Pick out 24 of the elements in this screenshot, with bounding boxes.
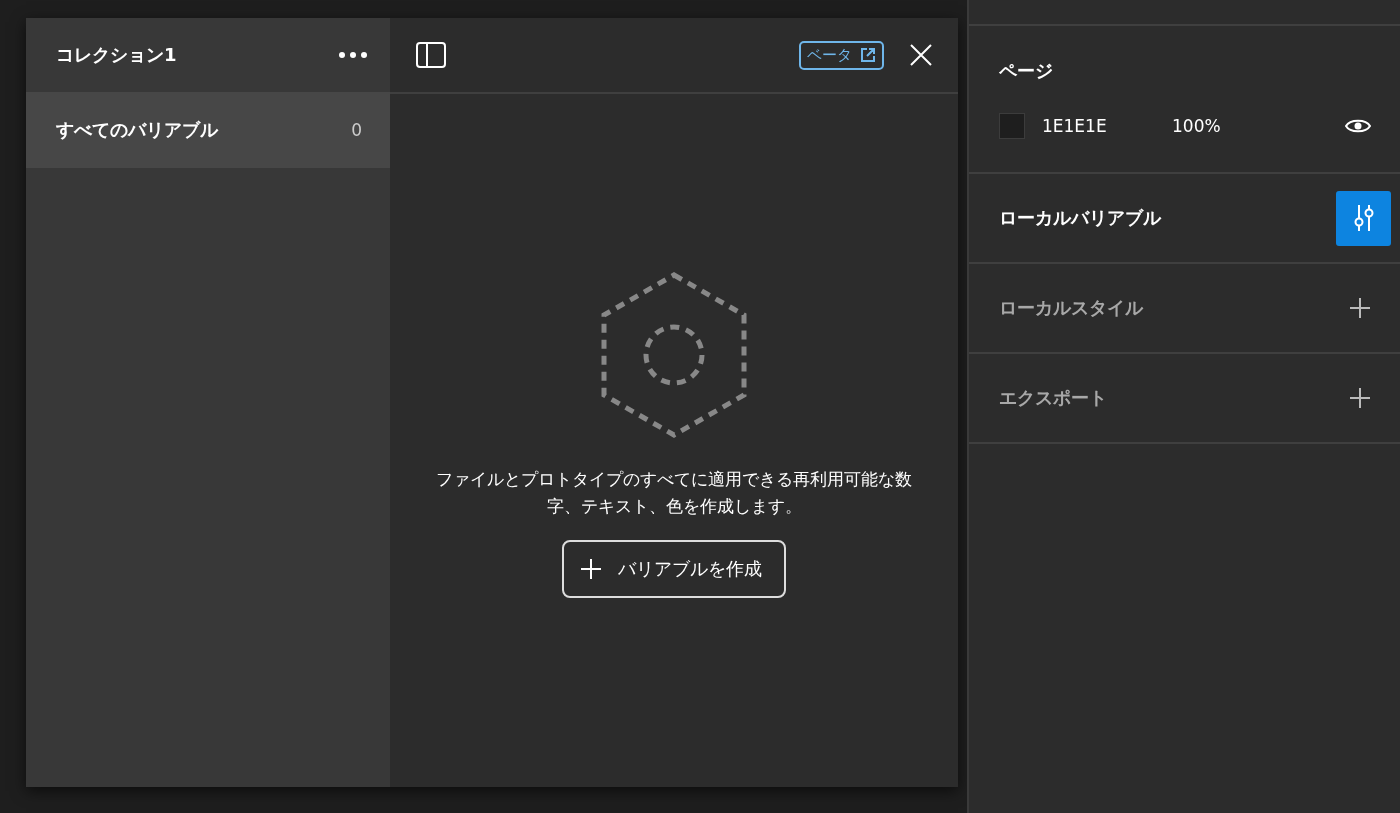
eye-icon <box>1345 117 1371 135</box>
variables-button[interactable] <box>1336 190 1391 246</box>
hex-value: 1E1E1E <box>1042 116 1108 136</box>
close-icon <box>910 44 932 66</box>
sidebar-icon <box>416 42 446 68</box>
opacity-value: 100% <box>1172 116 1221 136</box>
section-title: ローカルスタイル <box>999 296 1143 320</box>
plus-icon <box>1349 387 1371 409</box>
section-title: ページ <box>999 59 1054 83</box>
color-swatch[interactable] <box>999 113 1025 139</box>
section-title: ローカルバリアブル <box>999 206 1161 230</box>
sidebar-item[interactable]: すべてのバリアブル 0 <box>26 92 390 168</box>
plus-icon <box>1349 297 1371 319</box>
empty-message: ファイルとプロトタイプのすべてに適用できる再利用可能な数字、テキスト、色を作成します。 <box>435 468 913 518</box>
more-icon <box>338 51 368 59</box>
section-title: エクスポート <box>999 386 1107 410</box>
item-count: 0 <box>351 120 362 140</box>
create-variable-button[interactable]: バリアブルを作成 <box>562 540 786 598</box>
dashed-hexagon-icon <box>601 272 747 438</box>
beta-link[interactable]: ベータ <box>799 40 884 70</box>
external-link-icon <box>860 47 876 63</box>
plus-icon <box>580 558 602 580</box>
collection-title: コレクション1 <box>56 43 177 67</box>
item-label: すべてのバリアブル <box>56 118 218 142</box>
